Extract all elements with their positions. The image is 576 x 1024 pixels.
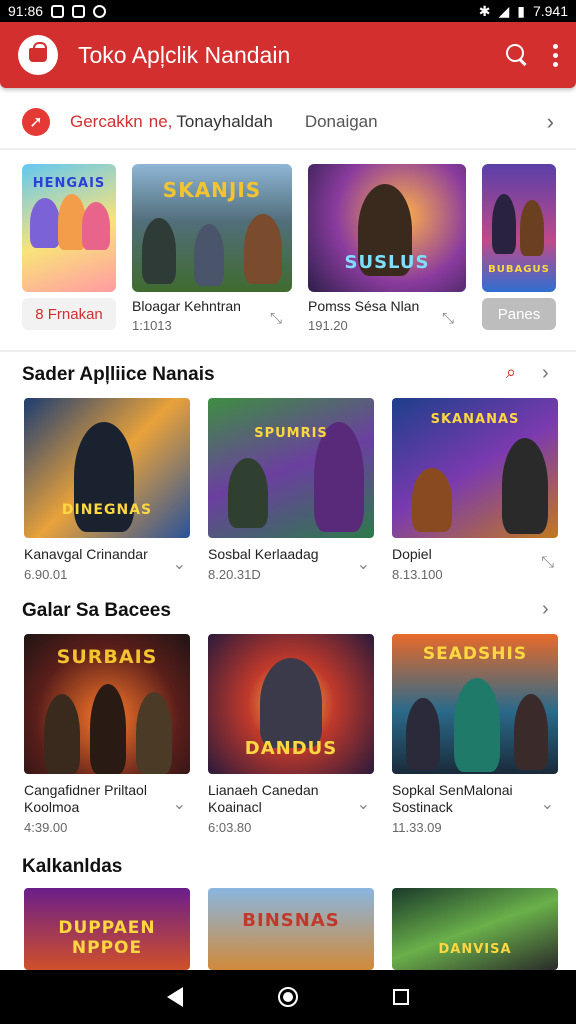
app-art-label: SKANANAS [430,412,520,427]
featured-sub: 1:1013 [132,318,172,333]
chevron-right-icon[interactable]: › [542,362,549,385]
featured-art-label: BUBAGUS [488,264,550,275]
status-time: 91:86 [8,3,44,19]
game-card[interactable]: DUPPAEN NPPOE [24,888,190,970]
game-art-label: DANVISA [438,942,512,957]
game-name: Lianaeh Canedan Koainacl [208,782,319,815]
featured-name: Bloagar Kehntran [132,298,241,314]
game-price: 6:03.80 [208,820,252,835]
filter-chip-3[interactable]: Donaigan [305,112,378,132]
featured-carousel: HENGAIS 8 Frnakan SKANJIS Bloagar Kehntr… [22,164,576,344]
filter-chip-2[interactable]: Tonayhaldah [176,112,272,132]
game-image: DANDUS [208,634,374,774]
chevron-right-icon[interactable]: › [547,109,554,135]
game-card[interactable]: SURBAIS Cangafidner Priltaol Koolmoa 4:3… [24,634,190,835]
system-nav-bar [0,970,576,1024]
recents-icon[interactable] [392,989,409,1005]
chevron-down-icon[interactable]: ⌄ [357,554,370,574]
featured-image: HENGAIS [22,164,116,292]
app-image: DINEGNAS [24,398,190,538]
game-image: DANVISA [392,888,558,970]
link-icon[interactable]: ⤡ [541,554,554,572]
camera-notification-icon [72,4,86,18]
more-options-icon[interactable] [552,43,558,67]
game-image: DUPPAEN NPPOE [24,888,190,970]
image-notification-icon [51,4,65,18]
app-art-label: SPUMRIS [254,426,328,441]
game-name: Sopkal SenMalonai Sostinack [392,782,513,815]
featured-card[interactable]: SUSLUS Pomss Sésa Nlan 191.20 ⤡ [308,164,466,333]
app-art-label: DINEGNAS [61,502,153,518]
featured-image: SUSLUS [308,164,466,292]
section-divider [0,350,576,352]
app-price: 8.13.100 [392,567,443,582]
home-icon[interactable] [277,987,298,1007]
app-card[interactable]: DINEGNAS Kanavgal Crinandar 6.90.01 ⌄ [24,398,190,582]
link-icon[interactable]: ⤡ [270,310,282,327]
chevron-down-icon[interactable]: ⌄ [173,794,186,814]
filter-chip-active[interactable]: Gercakkn [70,112,143,132]
app-image: SKANANAS [392,398,558,538]
battery-level: 7.941 [532,3,568,19]
game-card[interactable]: DANDUS Lianaeh Canedan Koainacl 6:03.80 … [208,634,374,835]
bluetooth-icon: ✱ [478,2,491,19]
chevron-down-icon[interactable]: ⌄ [357,794,370,814]
chevron-down-icon[interactable]: ⌄ [541,794,554,814]
app-name: Dopiel [392,546,432,562]
featured-card[interactable]: SKANJIS Bloagar Kehntran 1:1013 ⤡ [132,164,292,333]
featured-card[interactable]: BUBAGUS Panes [482,164,556,330]
filter-chip-active-suffix: ne, [148,112,173,131]
featured-art-label: SUSLUS [344,252,430,273]
game-name: Cangafidner Priltaol Koolmoa [24,782,147,815]
game-art-label: DANDUS [244,738,338,759]
settings-notification-icon [93,4,107,18]
game-art-label: SURBAIS [56,646,158,668]
featured-art-label: SKANJIS [162,178,262,202]
filter-row: ➚ Gercakkn ne, Tonayhaldah Donaigan › [0,96,576,150]
app-name: Sosbal Kerlaadag [208,546,319,562]
search-icon[interactable] [506,44,528,66]
link-icon[interactable]: ⤡ [442,310,454,327]
featured-card[interactable]: HENGAIS 8 Frnakan [22,164,116,330]
wifi-icon: ◢ [498,2,510,19]
app-root: 91:86 ✱ ◢ ▮ 7.941 Toko Apļclik Nandain ➚… [0,0,576,1024]
app-price: 8.20.31D [208,567,261,582]
featured-pill-button[interactable]: 8 Frnakan [22,298,116,330]
featured-image: SKANJIS [132,164,292,292]
game-card[interactable]: BINSNAS [208,888,374,970]
app-card[interactable]: SKANANAS Dopiel 8.13.100 ⤡ [392,398,558,582]
game-image: SURBAIS [24,634,190,774]
back-icon[interactable] [167,987,184,1007]
app-price: 6.90.01 [24,567,68,582]
game-price: 4:39.00 [24,820,68,835]
app-name: Kanavgal Crinandar [24,546,148,562]
featured-art-label: HENGAIS [32,176,106,191]
game-image: SEADSHIS [392,634,558,774]
section-title: Kalkanldas [22,856,123,877]
shopping-bag-icon[interactable] [18,35,58,75]
game-art-label: SEADSHIS [422,644,528,664]
section-title: Galar Sa Bacees [22,600,171,621]
game-price: 11.33.09 [392,820,442,835]
signal-icon: ▮ [517,2,525,19]
game-image: BINSNAS [208,888,374,970]
chevron-right-icon[interactable]: › [542,598,549,621]
category-icon[interactable]: ➚ [22,108,50,136]
featured-pill-button[interactable]: Panes [482,298,556,330]
section-title: Sader Apļliice Nanais [22,364,215,385]
app-image: SPUMRIS [208,398,374,538]
status-bar: 91:86 ✱ ◢ ▮ 7.941 [0,0,576,22]
game-art-label: BINSNAS [242,910,340,931]
game-art-label: DUPPAEN NPPOE [58,918,156,958]
app-bar: Toko Apļclik Nandain [0,22,576,88]
chevron-down-icon[interactable]: ⌄ [173,554,186,574]
app-card[interactable]: SPUMRIS Sosbal Kerlaadag 8.20.31D ⌄ [208,398,374,582]
app-title: Toko Apļclik Nandain [78,41,291,68]
featured-image: BUBAGUS [482,164,556,292]
game-card[interactable]: SEADSHIS Sopkal SenMalonai Sostinack 11.… [392,634,558,835]
search-icon[interactable]: ⌕ [506,362,516,383]
game-card[interactable]: DANVISA [392,888,558,970]
